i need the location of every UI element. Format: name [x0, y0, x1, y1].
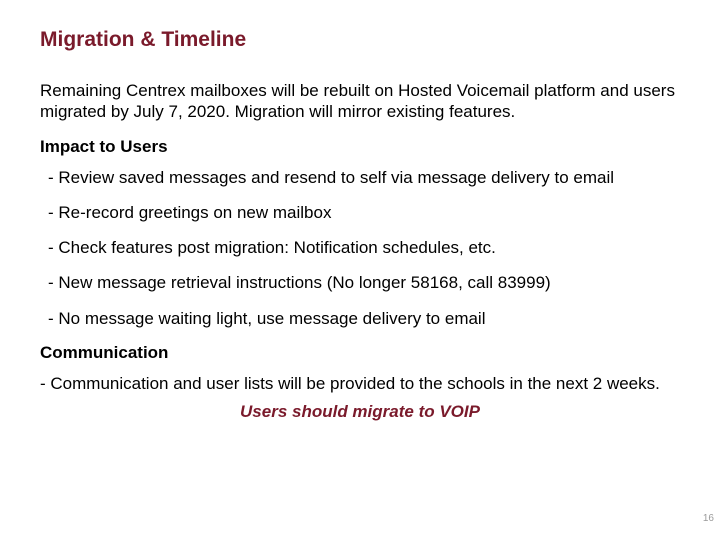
impact-heading: Impact to Users	[40, 137, 680, 157]
list-item: Check features post migration: Notificat…	[40, 237, 680, 258]
intro-paragraph: Remaining Centrex mailboxes will be rebu…	[40, 80, 680, 123]
impact-list: Review saved messages and resend to self…	[40, 167, 680, 329]
page-number: 16	[703, 513, 714, 524]
slide: Migration & Timeline Remaining Centrex m…	[0, 0, 720, 540]
list-item: Re-record greetings on new mailbox	[40, 202, 680, 223]
communication-heading: Communication	[40, 343, 680, 363]
list-item: No message waiting light, use message de…	[40, 308, 680, 329]
list-item: New message retrieval instructions (No l…	[40, 272, 680, 293]
communication-text: - Communication and user lists will be p…	[40, 373, 680, 394]
list-item: Review saved messages and resend to self…	[40, 167, 680, 188]
callout-text: Users should migrate to VOIP	[100, 402, 620, 422]
slide-title: Migration & Timeline	[40, 28, 680, 52]
